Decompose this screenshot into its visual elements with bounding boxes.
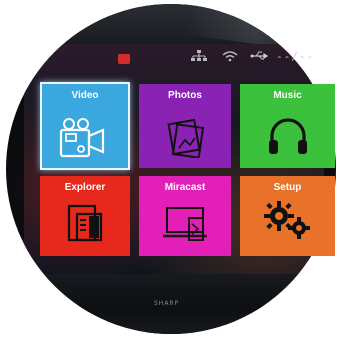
folder-icon xyxy=(67,204,103,242)
devices-icon xyxy=(163,207,207,241)
tile-miracast-label: Miracast xyxy=(164,182,206,193)
status-time: --/-- xyxy=(276,50,315,63)
tile-setup-label: Setup xyxy=(273,182,302,193)
tile-miracast[interactable]: Miracast xyxy=(139,176,231,256)
headphones-icon xyxy=(268,118,307,154)
record-icon xyxy=(118,54,130,64)
tile-photos-label: Photos xyxy=(168,90,202,101)
brand-logo: SHARP xyxy=(154,300,180,307)
status-bar: --/-- xyxy=(118,50,328,68)
tile-music[interactable]: Music xyxy=(240,84,335,168)
usb-icon xyxy=(250,50,270,66)
network-icon xyxy=(190,50,208,66)
gears-icon xyxy=(263,201,310,239)
tile-explorer-label: Explorer xyxy=(64,182,106,193)
tile-video-label: Video xyxy=(71,90,99,101)
tile-music-label: Music xyxy=(273,90,302,101)
photos-icon xyxy=(167,118,205,158)
tile-video[interactable]: Video xyxy=(40,82,130,170)
tile-photos[interactable]: Photos xyxy=(139,84,231,168)
tile-setup[interactable]: Setup xyxy=(240,176,335,256)
tile-explorer[interactable]: Explorer xyxy=(40,176,130,256)
wifi-icon xyxy=(222,50,238,66)
video-camera-icon xyxy=(59,118,105,158)
